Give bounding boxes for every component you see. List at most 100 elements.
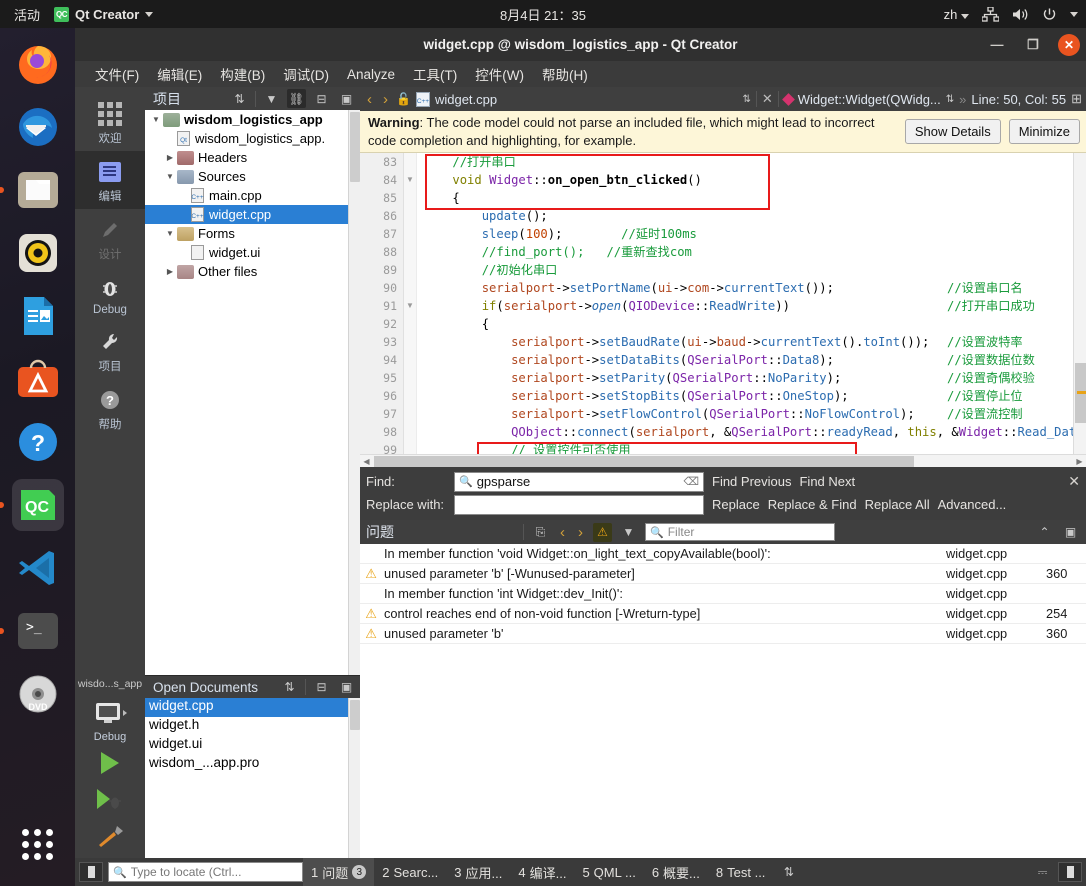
editor-horizontal-scrollbar[interactable]: ◀ ▶ [360, 454, 1086, 468]
mode-debug[interactable]: Debug [75, 267, 145, 321]
collapse-panel-icon[interactable]: ⌃ [1035, 523, 1054, 542]
editor-symbol[interactable]: Widget::Widget(QWidg... [798, 92, 941, 107]
fold-marker-icon[interactable]: ▼ [404, 297, 416, 315]
dock-item-thunderbird[interactable] [12, 101, 64, 153]
find-previous-button[interactable]: Find Previous [712, 474, 791, 489]
panel-menu-icon[interactable]: ▣ [1061, 523, 1080, 542]
open-documents-scrollbar[interactable] [348, 698, 360, 858]
topbar-app-menu[interactable]: QC Qt Creator [54, 6, 154, 22]
show-details-button[interactable]: Show Details [904, 119, 1001, 145]
chevron-down-icon[interactable] [163, 172, 177, 181]
open-document-item[interactable]: widget.ui [145, 736, 360, 755]
close-button[interactable]: ✕ [1058, 33, 1080, 56]
project-tree-item[interactable]: Sources [145, 167, 360, 186]
chevron-down-icon[interactable] [149, 115, 163, 124]
dock-item-terminal[interactable]: >_ [12, 605, 64, 657]
activities-button[interactable]: 活动 [0, 5, 54, 24]
dock-item-qt-creator[interactable]: QC [11, 479, 64, 531]
issue-row[interactable]: In member function 'int Widget::dev_Init… [360, 584, 1086, 605]
mode-projects[interactable]: 项目 [75, 321, 145, 379]
output-pane-tab[interactable]: 5 QML ... [574, 858, 643, 886]
dock-item-show-apps[interactable] [12, 818, 64, 870]
chevron-right-icon[interactable] [163, 267, 177, 276]
filter-icon[interactable]: ▼ [262, 89, 281, 108]
mode-welcome[interactable]: 欢迎 [75, 93, 145, 151]
run-button[interactable] [75, 745, 145, 781]
project-tree-scrollbar[interactable] [348, 110, 360, 675]
output-pane-tab[interactable]: 6 概要... [644, 858, 708, 886]
split-editor-icon[interactable]: ⊞ [1071, 91, 1082, 107]
find-input[interactable]: 🔍 gpsparse ⌫ [454, 471, 704, 492]
build-config-button[interactable]: Debug [75, 694, 145, 745]
issue-row[interactable]: ⚠ unused parameter 'b' widget.cpp 360 [360, 624, 1086, 645]
dock-item-files[interactable] [12, 164, 64, 216]
project-tree-item[interactable]: widget.ui [145, 243, 360, 262]
editor-vertical-scrollbar[interactable] [1073, 153, 1086, 455]
tray-caret-down-icon[interactable] [1070, 11, 1078, 17]
open-documents-list[interactable]: widget.cpp widget.h widget.ui wisdom_...app… [145, 698, 360, 858]
output-pane-tab[interactable]: 3 应用... [446, 858, 510, 886]
open-document-item[interactable]: widget.cpp [145, 698, 360, 717]
replace-input[interactable] [454, 494, 704, 515]
link-icon[interactable]: ⛓ [287, 89, 306, 108]
project-tree[interactable]: wisdom_logistics_app Qt wisdom_logistics_a… [145, 110, 360, 675]
close-icon[interactable]: ✕ [1068, 473, 1080, 490]
menu-analyze[interactable]: Analyze [347, 67, 395, 82]
project-tree-item[interactable]: Headers [145, 148, 360, 167]
menu-tools[interactable]: 工具(T) [413, 64, 457, 84]
prev-issue-icon[interactable]: ‹ [557, 524, 568, 541]
sync-selector-icon[interactable]: ⇅ [230, 89, 249, 108]
fold-markers-column[interactable]: ▼▼▼ [404, 153, 417, 468]
issues-filter-input[interactable]: 🔍 Filter [645, 523, 835, 542]
warning-filter-icon[interactable]: ⚠ [593, 522, 612, 542]
chevron-right-icon[interactable] [163, 153, 177, 162]
chevron-down-icon[interactable] [163, 229, 177, 238]
maximize-button[interactable]: ❐ [1022, 34, 1044, 56]
issue-row[interactable]: In member function 'void Widget::on_ligh… [360, 544, 1086, 565]
volume-icon[interactable] [1012, 7, 1029, 22]
dock-item-vscode[interactable] [12, 542, 64, 594]
power-icon[interactable] [1042, 7, 1057, 22]
minimize-button[interactable]: — [986, 34, 1008, 56]
minimize-warning-button[interactable]: Minimize [1008, 119, 1080, 145]
editor-file-name[interactable]: widget.cpp [435, 92, 497, 107]
debug-button[interactable] [75, 781, 145, 817]
find-next-button[interactable]: Find Next [799, 474, 855, 489]
replace-and-find-button[interactable]: Replace & Find [768, 497, 857, 512]
project-tree-item[interactable]: C++ main.cpp [145, 186, 360, 205]
code-editor[interactable]: 8384858687888990919293949596979899100101… [360, 153, 1086, 468]
menu-file[interactable]: 文件(F) [95, 64, 139, 84]
mode-design[interactable]: 设计 [75, 209, 145, 267]
open-document-item[interactable]: widget.h [145, 717, 360, 736]
build-button[interactable] [75, 817, 145, 858]
replace-button[interactable]: Replace [712, 497, 760, 512]
clear-icon[interactable]: ⌫ [683, 475, 699, 488]
file-selector-spinner[interactable]: ⇅ [742, 94, 750, 105]
locator-input[interactable]: 🔍 Type to locate (Ctrl... [108, 862, 303, 882]
replace-all-button[interactable]: Replace All [865, 497, 930, 512]
network-icon[interactable] [982, 6, 999, 22]
kit-selector[interactable]: wisdo...s_app [75, 678, 145, 694]
dock-item-rhythmbox[interactable] [12, 227, 64, 279]
dock-item-ubuntu-software[interactable] [12, 353, 64, 405]
menu-build[interactable]: 构建(B) [220, 64, 265, 84]
menu-help[interactable]: 帮助(H) [542, 64, 588, 84]
issue-row[interactable]: ⚠ unused parameter 'b' [-Wunused-paramete… [360, 564, 1086, 585]
code-text-area[interactable]: //打开串口 void Widget::on_open_btn_clicked(… [417, 153, 1086, 468]
output-pane-tab[interactable]: 4 编译... [510, 858, 574, 886]
advanced-button[interactable]: Advanced... [938, 497, 1007, 512]
dock-item-help[interactable]: ? [12, 416, 64, 468]
project-tree-item[interactable]: C++ widget.cpp [145, 205, 360, 224]
open-document-item[interactable]: wisdom_...app.pro [145, 755, 360, 774]
project-tree-item[interactable]: Forms [145, 224, 360, 243]
next-issue-icon[interactable]: › [575, 524, 586, 541]
filter-icon[interactable]: ▼ [619, 523, 638, 542]
fold-marker-icon[interactable]: ▼ [404, 171, 416, 189]
nav-forward-icon[interactable]: › [380, 91, 391, 108]
collapse-all-icon[interactable]: ⊟ [312, 678, 331, 697]
sidebar-toggle-icon[interactable] [79, 862, 103, 882]
menu-window[interactable]: 控件(W) [475, 64, 524, 84]
sync-selector-icon[interactable]: ⇅ [280, 678, 299, 697]
lock-icon[interactable]: 🔓 [396, 92, 411, 106]
language-indicator[interactable]: zh [944, 7, 969, 22]
